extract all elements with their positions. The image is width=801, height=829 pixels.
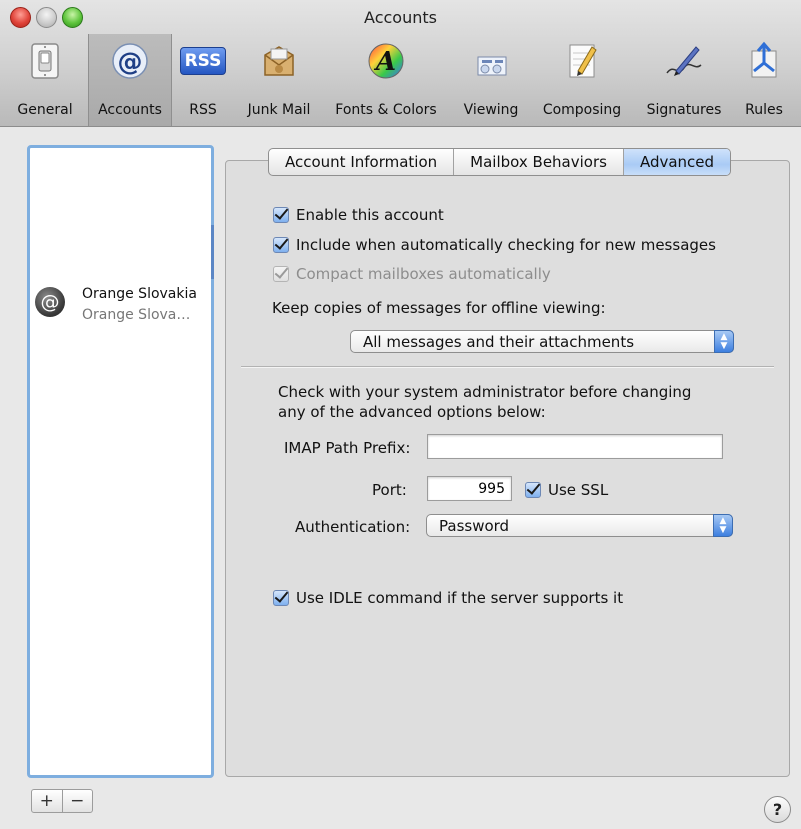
window-title: Accounts [364,8,437,27]
viewing-icon [477,56,507,76]
account-subtitle: Orange Slova… [82,307,191,323]
toolbar-label-accounts: Accounts [98,102,162,118]
junk-mail-icon [264,46,294,76]
light-switch-icon [31,43,59,79]
port-input[interactable] [428,477,511,500]
authentication-value: Password [439,517,510,535]
toolbar-item-rules[interactable]: Rules [734,34,794,126]
use-ssl-checkbox[interactable]: Use SSL [525,481,608,499]
toolbar-label-junk-mail: Junk Mail [247,102,311,118]
use-ssl-label: Use SSL [548,481,609,499]
svg-text:A: A [373,47,396,77]
toolbar-item-accounts[interactable]: @ Accounts [88,34,172,126]
authentication-label: Authentication: [295,518,411,536]
at-sign-icon: @ [112,43,148,79]
toolbar-label-rss: RSS [189,102,217,118]
enable-account-label: Enable this account [296,206,444,224]
checkbox-checked-icon[interactable] [273,237,289,253]
imap-prefix-field[interactable] [427,434,723,459]
title-bar: Accounts General @ Accounts RSS RSS Junk… [0,0,801,127]
toolbar-item-signatures[interactable]: Signatures [636,34,732,126]
tab-mailbox-behaviors[interactable]: Mailbox Behaviors [453,149,623,175]
account-name[interactable]: Orange Slovakia [82,286,197,302]
port-label: Port: [372,481,407,499]
toolbar-label-signatures: Signatures [646,102,722,118]
toolbar-label-rules: Rules [745,102,783,118]
checkbox-checked-icon[interactable] [525,482,541,498]
toolbar-label-viewing: Viewing [463,102,519,118]
authentication-select[interactable]: Password ▲ ▼ [426,514,733,537]
checkbox-checked-icon[interactable] [273,590,289,606]
tab-account-information[interactable]: Account Information [269,149,453,175]
account-list-buttons: + − [31,789,93,813]
imap-prefix-label: IMAP Path Prefix: [284,439,411,457]
tab-advanced[interactable]: Advanced [622,149,731,175]
port-field[interactable] [427,476,512,501]
popup-arrows-icon: ▲ ▼ [713,514,733,537]
admin-note-line1: Check with your system administrator bef… [278,383,692,401]
section-divider [241,366,774,368]
keep-copies-label: Keep copies of messages for offline view… [272,299,606,317]
admin-note-line2: any of the advanced options below: [278,403,546,421]
keep-copies-value: All messages and their attachments [363,333,635,351]
at-sign-icon: @ [35,287,65,317]
fonts-colors-icon: A [368,43,404,79]
toolbar-label-general: General [17,102,73,118]
keep-copies-select[interactable]: All messages and their attachments ▲ ▼ [350,330,734,353]
toolbar-item-junk-mail[interactable]: Junk Mail [238,34,320,126]
checkbox-checked-icon[interactable] [273,207,289,223]
toolbar-item-viewing[interactable]: Viewing [454,34,528,126]
compact-mailboxes-label: Compact mailboxes automatically [296,265,551,283]
include-checking-checkbox[interactable]: Include when automatically checking for … [273,236,716,254]
svg-text:@: @ [118,47,143,76]
accounts-list[interactable] [27,145,214,778]
toolbar-label-composing: Composing [542,102,622,118]
add-account-button[interactable]: + [32,790,62,812]
toolbar-label-fonts-colors: Fonts & Colors [335,102,437,118]
list-item[interactable] [30,225,214,279]
include-checking-label: Include when automatically checking for … [296,236,716,254]
toolbar-item-rss[interactable]: RSS RSS [176,34,230,126]
compact-mailboxes-checkbox: Compact mailboxes automatically [273,265,551,283]
mail-preferences-window: Accounts General @ Accounts RSS RSS Junk… [0,0,801,829]
popup-arrows-icon: ▲ ▼ [714,330,734,353]
use-idle-checkbox[interactable]: Use IDLE command if the server supports … [273,589,623,607]
remove-account-button[interactable]: − [61,790,93,812]
toolbar-item-composing[interactable]: Composing [532,34,632,126]
signature-icon [666,46,702,76]
toolbar-item-fonts-colors[interactable]: A Fonts & Colors [324,34,448,126]
rss-icon: RSS [180,47,226,75]
help-button[interactable]: ? [764,796,791,823]
preferences-toolbar: General @ Accounts RSS RSS Junk Mail A F… [0,34,801,126]
enable-account-checkbox[interactable]: Enable this account [273,206,444,224]
imap-prefix-input[interactable] [428,435,722,458]
rules-icon [751,41,777,78]
composing-icon [569,44,597,78]
toolbar-item-general[interactable]: General [4,34,86,126]
account-tabs: Account Information Mailbox Behaviors Ad… [268,148,732,176]
checkbox-disabled-icon [273,266,289,282]
rss-badge-text: RSS [184,51,222,71]
use-idle-label: Use IDLE command if the server supports … [296,589,624,607]
